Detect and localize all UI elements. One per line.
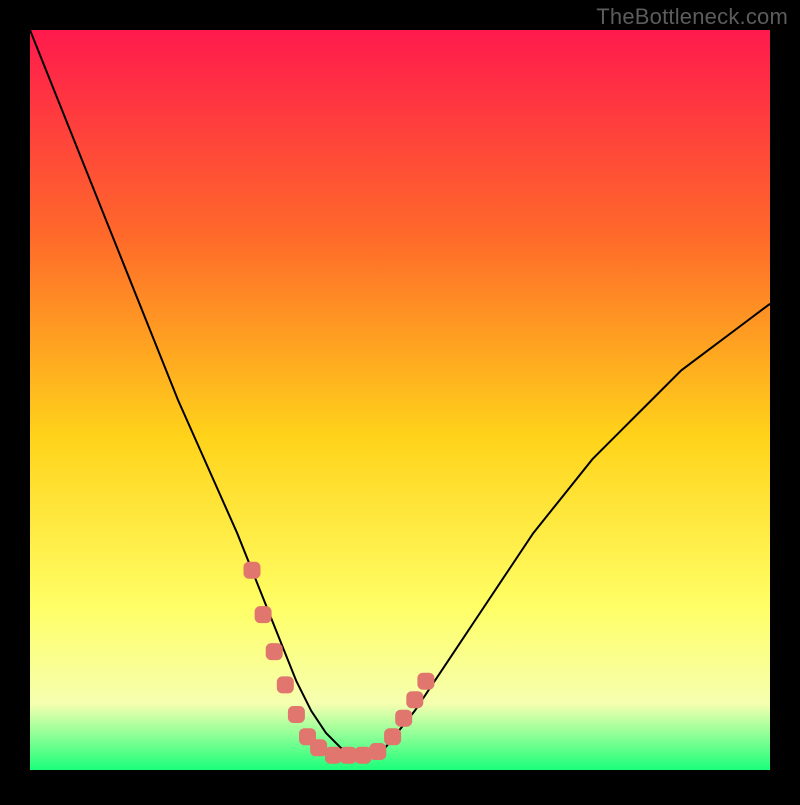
bottleneck-chart (0, 0, 800, 800)
marker-point (396, 710, 412, 726)
marker-point (407, 692, 423, 708)
chart-root: TheBottleneck.com (0, 0, 800, 800)
marker-point (266, 644, 282, 660)
marker-point (325, 747, 341, 763)
marker-point (288, 707, 304, 723)
marker-point (255, 607, 271, 623)
plot-background (30, 30, 770, 770)
marker-point (340, 747, 356, 763)
marker-point (277, 677, 293, 693)
marker-point (370, 744, 386, 760)
marker-point (244, 562, 260, 578)
watermark-text: TheBottleneck.com (596, 4, 788, 30)
marker-point (418, 673, 434, 689)
marker-point (311, 740, 327, 756)
marker-point (355, 747, 371, 763)
marker-point (385, 729, 401, 745)
